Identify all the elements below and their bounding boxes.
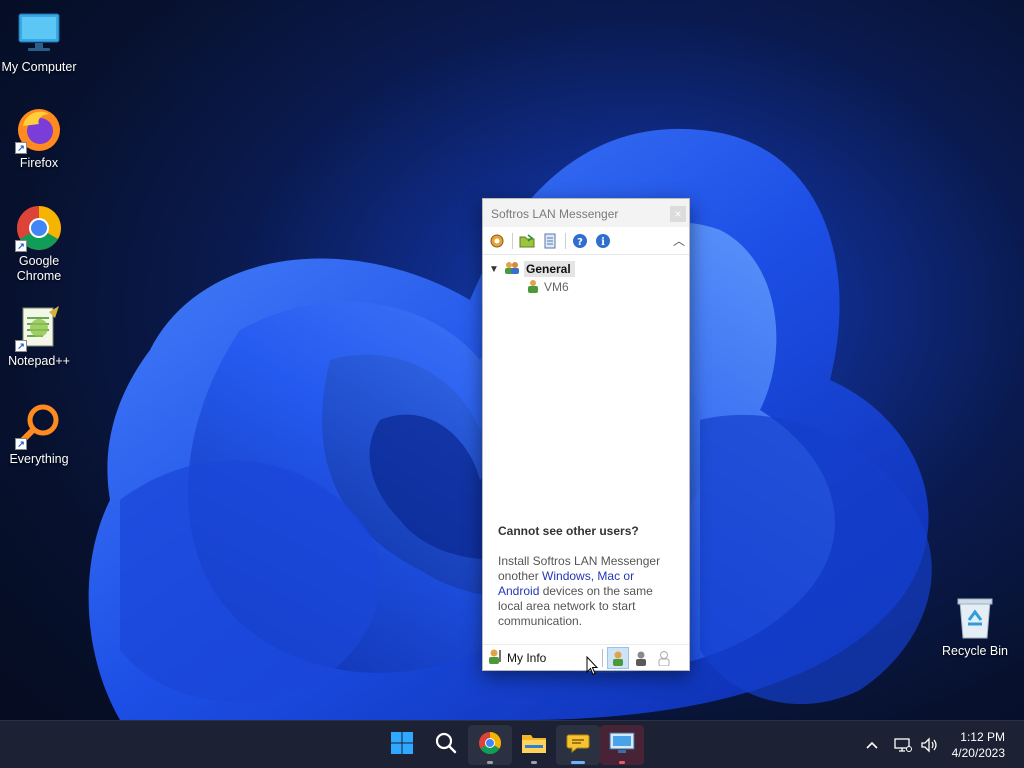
window-title: Softros LAN Messenger [491, 207, 619, 221]
search-icon [434, 731, 458, 760]
monitor-icon [15, 10, 63, 58]
taskbar-remote-desktop[interactable] [600, 725, 644, 765]
volume-icon[interactable] [917, 733, 941, 757]
desktop-icon-recycle-bin[interactable]: Recycle Bin [938, 596, 1012, 658]
shortcut-arrow-icon: ↗ [15, 340, 27, 352]
messenger-toolbar: ? i ︿ [483, 227, 689, 255]
group-icon [503, 261, 521, 278]
running-indicator [487, 761, 493, 764]
desktop-icon-everything[interactable]: ↗ Everything [0, 402, 78, 467]
my-info-icon[interactable] [487, 648, 503, 667]
shortcut-arrow-icon: ↗ [15, 142, 27, 154]
network-icon[interactable] [891, 733, 915, 757]
taskbar-search-button[interactable] [424, 725, 468, 765]
chrome-icon: ↗ [15, 204, 63, 252]
firefox-icon: ↗ [15, 106, 63, 154]
taskbar-file-explorer[interactable] [512, 725, 556, 765]
taskbar-chrome[interactable] [468, 725, 512, 765]
desktop-icon-chrome[interactable]: ↗ Google Chrome [0, 204, 78, 284]
status-online-button[interactable] [607, 646, 630, 669]
windows-logo-icon [390, 731, 414, 760]
my-info-button[interactable]: My Info [507, 651, 546, 665]
svg-text:i: i [601, 237, 605, 248]
running-indicator [619, 761, 625, 764]
clock-time: 1:12 PM [960, 730, 1005, 744]
tree-user-vm6[interactable]: VM6 [489, 278, 689, 296]
recycle-bin-icon [955, 596, 995, 640]
info-text: Install Softros LAN Messenger onother Wi… [498, 554, 678, 629]
folder-icon [521, 732, 547, 759]
system-tray: 1:12 PM 4/20/2023 [859, 721, 1024, 768]
contact-tree: ▼ General VM6 [483, 255, 689, 296]
remote-desktop-icon [609, 732, 635, 759]
desktop-icon-label: Recycle Bin [942, 644, 1008, 658]
info-heading: Cannot see other users? [498, 524, 639, 538]
window-titlebar[interactable]: Softros LAN Messenger × [483, 199, 689, 227]
taskbar: 1:12 PM 4/20/2023 [0, 720, 1024, 768]
toolbar-separator [512, 232, 513, 249]
notepadpp-icon: ↗ [15, 304, 63, 352]
chat-bubble-icon [566, 731, 590, 760]
user-label: VM6 [544, 280, 569, 294]
active-indicator [571, 761, 585, 764]
desktop-icon-label: Google Chrome [16, 254, 62, 283]
settings-icon[interactable] [487, 231, 507, 251]
shortcut-arrow-icon: ↗ [15, 240, 27, 252]
history-icon[interactable] [540, 231, 560, 251]
help-icon[interactable]: ? [570, 231, 590, 251]
desktop-icon-label: Everything [9, 452, 69, 466]
desktop-icon-label: Notepad++ [8, 354, 70, 368]
chrome-icon [478, 731, 502, 760]
desktop-icon-label: Firefox [19, 156, 59, 170]
toolbar-separator [565, 232, 566, 249]
everything-search-icon: ↗ [15, 402, 63, 450]
svg-text:?: ? [577, 237, 583, 248]
taskbar-softros-messenger[interactable] [556, 725, 600, 765]
clock[interactable]: 1:12 PM 4/20/2023 [952, 729, 1005, 761]
messenger-window[interactable]: Softros LAN Messenger × ? i ︿ ▼ General [482, 198, 690, 671]
desktop-icon-my-computer[interactable]: My Computer [0, 10, 78, 75]
shortcut-arrow-icon: ↗ [15, 438, 27, 450]
close-icon[interactable]: × [670, 206, 686, 222]
about-icon[interactable]: i [593, 231, 613, 251]
mouse-cursor-icon [586, 655, 599, 681]
desktop-icon-label: My Computer [1, 60, 77, 74]
footer-separator [602, 648, 604, 667]
user-online-icon [527, 279, 539, 296]
desktop-icon-firefox[interactable]: ↗ Firefox [0, 106, 78, 171]
status-offline-button[interactable] [653, 647, 675, 669]
group-label: General [524, 261, 575, 277]
chevron-up-icon[interactable]: ︿ [673, 232, 685, 249]
running-indicator [531, 761, 537, 764]
clock-date: 4/20/2023 [951, 746, 1005, 760]
chevron-down-icon[interactable]: ▼ [489, 264, 503, 275]
chevron-up-icon[interactable] [860, 733, 884, 757]
tree-group-general[interactable]: ▼ General [489, 260, 689, 278]
start-button[interactable] [380, 725, 424, 765]
desktop-icon-notepadpp[interactable]: ↗ Notepad++ [0, 304, 78, 369]
open-folder-icon[interactable] [517, 231, 537, 251]
status-away-button[interactable] [630, 647, 652, 669]
help-info-panel: Cannot see other users? Install Softros … [498, 524, 678, 629]
taskbar-apps [380, 725, 644, 765]
